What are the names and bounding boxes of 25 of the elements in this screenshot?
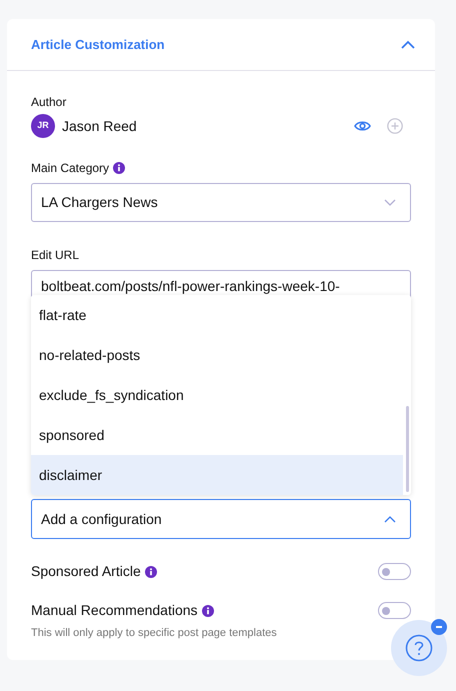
- toggle-label: Manual Recommendations: [31, 601, 198, 620]
- toggle-switch[interactable]: [378, 563, 411, 580]
- chevron-down-icon: [384, 199, 396, 206]
- toggle-switch[interactable]: [378, 602, 411, 619]
- chevron-up-icon: [384, 516, 396, 522]
- collapse-icon[interactable]: [401, 40, 415, 49]
- scrollbar[interactable]: [406, 406, 409, 492]
- eye-icon[interactable]: [354, 120, 371, 132]
- info-icon[interactable]: [202, 604, 214, 616]
- minimize-badge[interactable]: [431, 619, 447, 635]
- help-icon: [405, 634, 433, 662]
- panel-title: Article Customization: [31, 36, 165, 54]
- author-name: Jason Reed: [62, 116, 137, 136]
- info-icon[interactable]: [144, 566, 157, 578]
- field-label: Edit URL: [31, 247, 80, 264]
- category-select[interactable]: LA Chargers News: [31, 183, 411, 222]
- dropdown-option[interactable]: flat-rate: [31, 295, 403, 335]
- field-label: Author: [31, 94, 68, 111]
- info-icon[interactable]: [113, 162, 126, 174]
- dropdown-option[interactable]: disclaimer: [31, 455, 403, 495]
- author-avatar: JR: [31, 114, 55, 138]
- field-label: Main Category: [31, 160, 110, 177]
- helper-text: This will only apply to specific post page templates: [31, 626, 278, 641]
- toggle-label: Sponsored Article: [31, 562, 141, 581]
- configuration-select[interactable]: Add a configuration: [31, 499, 411, 539]
